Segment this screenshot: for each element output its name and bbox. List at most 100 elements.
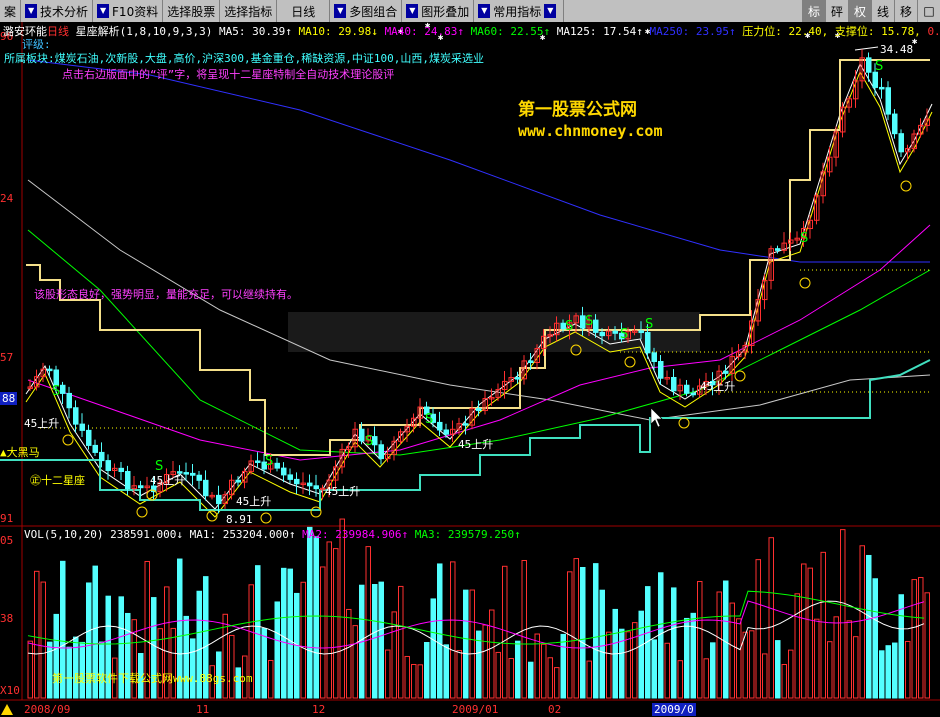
comment-line: 该股形态良好，强势明显，量能充足，可以继续持有。 <box>34 288 298 301</box>
vol-ma2: MA2: 239984.906↑ <box>302 528 409 541</box>
volume-bar <box>671 587 677 699</box>
candle <box>53 369 59 386</box>
candle <box>612 330 618 334</box>
candle <box>892 113 898 135</box>
candle <box>99 451 105 462</box>
rise-45-label-4: 45上升 <box>325 485 361 498</box>
candle <box>898 133 904 153</box>
candle <box>476 408 482 412</box>
volume-bar <box>885 645 891 699</box>
candle <box>775 248 781 251</box>
candle <box>593 319 599 333</box>
volume-bar <box>73 636 79 699</box>
buy-signal-icon: S <box>425 412 433 427</box>
volume-bar <box>658 572 664 699</box>
volume-bar <box>723 580 729 699</box>
big-black-horse: ▲大黑马 <box>0 446 40 459</box>
current-price-marker: 88 <box>0 392 18 405</box>
date-label-3: 2009/01 <box>452 703 499 716</box>
volume-bar <box>528 661 534 699</box>
candle <box>723 370 729 374</box>
ma125-value: MA125: 17.54↑ <box>556 25 643 38</box>
volume-bar <box>710 642 716 699</box>
ma60-value: MA60: 22.55↑ <box>470 25 551 38</box>
candle <box>203 479 209 497</box>
candle <box>359 428 365 442</box>
candle <box>690 392 696 396</box>
rise-45-label-6: 45上升 <box>700 380 736 393</box>
buy-signal-icon: S <box>645 317 653 332</box>
buy-signal-icon: S <box>52 384 60 399</box>
volume-bar <box>651 639 657 699</box>
price-volume-chart[interactable]: SS SSSS S SSSS✱✱✱ ✱✱ ✱ ✱✱ <box>0 0 940 717</box>
volume-bar <box>190 638 196 699</box>
watermark-url: www.chnmoney.com <box>518 122 663 140</box>
volume-bar <box>898 594 904 699</box>
date-label-4: 02 <box>548 703 562 716</box>
candle <box>885 87 891 115</box>
ma-info-line: 潞安环能日线 星座解析(1,8,10,9,3,3) MA5: 30.39↑ MA… <box>3 23 940 39</box>
volume-bar <box>313 536 319 699</box>
candle <box>651 352 657 363</box>
big-black-horse-label: 大黑马 <box>6 446 40 459</box>
candle <box>281 467 287 476</box>
vol-axis-label-top: 05 <box>0 534 14 547</box>
candle <box>872 71 878 88</box>
volume-bar <box>378 581 384 699</box>
candle <box>60 384 66 394</box>
buy-signal-icon: S <box>565 319 573 334</box>
candle <box>274 462 280 469</box>
price-axis-label-57: 57 <box>0 351 14 364</box>
volume-footer: 第一股票软件下载公式网www.88gs.com <box>52 672 253 685</box>
ma40-value: MA40: 24.83↑ <box>384 25 465 38</box>
date-label-1: 11 <box>196 703 210 716</box>
ma250-value: MA250: 23.95↑ <box>649 25 736 38</box>
candle <box>684 384 690 394</box>
volume-bar <box>879 650 885 699</box>
candle <box>47 368 53 372</box>
volume-bar <box>372 584 378 699</box>
candle <box>307 482 313 487</box>
volume-bar <box>287 568 293 699</box>
info-tail: 0.0 <box>927 25 940 38</box>
candle <box>294 478 300 485</box>
price-axis-label-91: 91 <box>0 512 14 525</box>
volume-bar <box>560 633 566 699</box>
support-level: 支撑位: 15.78, <box>834 25 921 38</box>
date-label-0: 2008/09 <box>24 703 71 716</box>
rise-45-label-2: 45上升 <box>150 474 186 487</box>
vol-ma1: MA1: 253204.000↑ <box>189 528 296 541</box>
volume-bar <box>619 628 625 699</box>
candle <box>437 421 443 431</box>
candle <box>443 429 449 435</box>
rise-45-label-1: 45上升 <box>24 417 60 430</box>
redacted-block <box>288 312 700 352</box>
volume-bar <box>307 526 313 699</box>
buy-signal-icon: S <box>800 231 808 246</box>
vol-ma3: MA3: 239579.250↑ <box>414 528 521 541</box>
rise-45-label-5: 45上升 <box>458 438 494 451</box>
candle <box>658 361 664 379</box>
sector-line: 所属板块:煤炭石油,次新股,大盘,高价,沪深300,基金重仓,稀缺资源,中证10… <box>4 52 484 65</box>
candle <box>66 392 72 409</box>
volume-bar <box>515 640 521 699</box>
candle <box>105 460 111 471</box>
candle <box>287 474 293 480</box>
candle <box>463 423 469 426</box>
candle <box>118 467 124 472</box>
price-axis-label-24: 24 <box>0 192 14 205</box>
candle <box>196 474 202 481</box>
vol-axis-label-mid: 38 <box>0 612 14 625</box>
candle <box>638 330 644 334</box>
volume-bar <box>443 644 449 699</box>
candle <box>79 423 85 431</box>
watermark-title: 第一股票公式网 <box>518 100 637 120</box>
pressure-level: 压力位: 22.40, <box>742 25 829 38</box>
buy-signal-icon: S <box>620 327 628 342</box>
volume-bar <box>430 598 436 699</box>
low-price-label: 8.91 <box>226 513 253 526</box>
candle <box>879 86 885 90</box>
volume-info-line: VOL(5,10,20) 238591.000↓ MA1: 253204.000… <box>24 528 521 541</box>
volume-bar <box>593 563 599 699</box>
volume-bar <box>463 589 469 699</box>
